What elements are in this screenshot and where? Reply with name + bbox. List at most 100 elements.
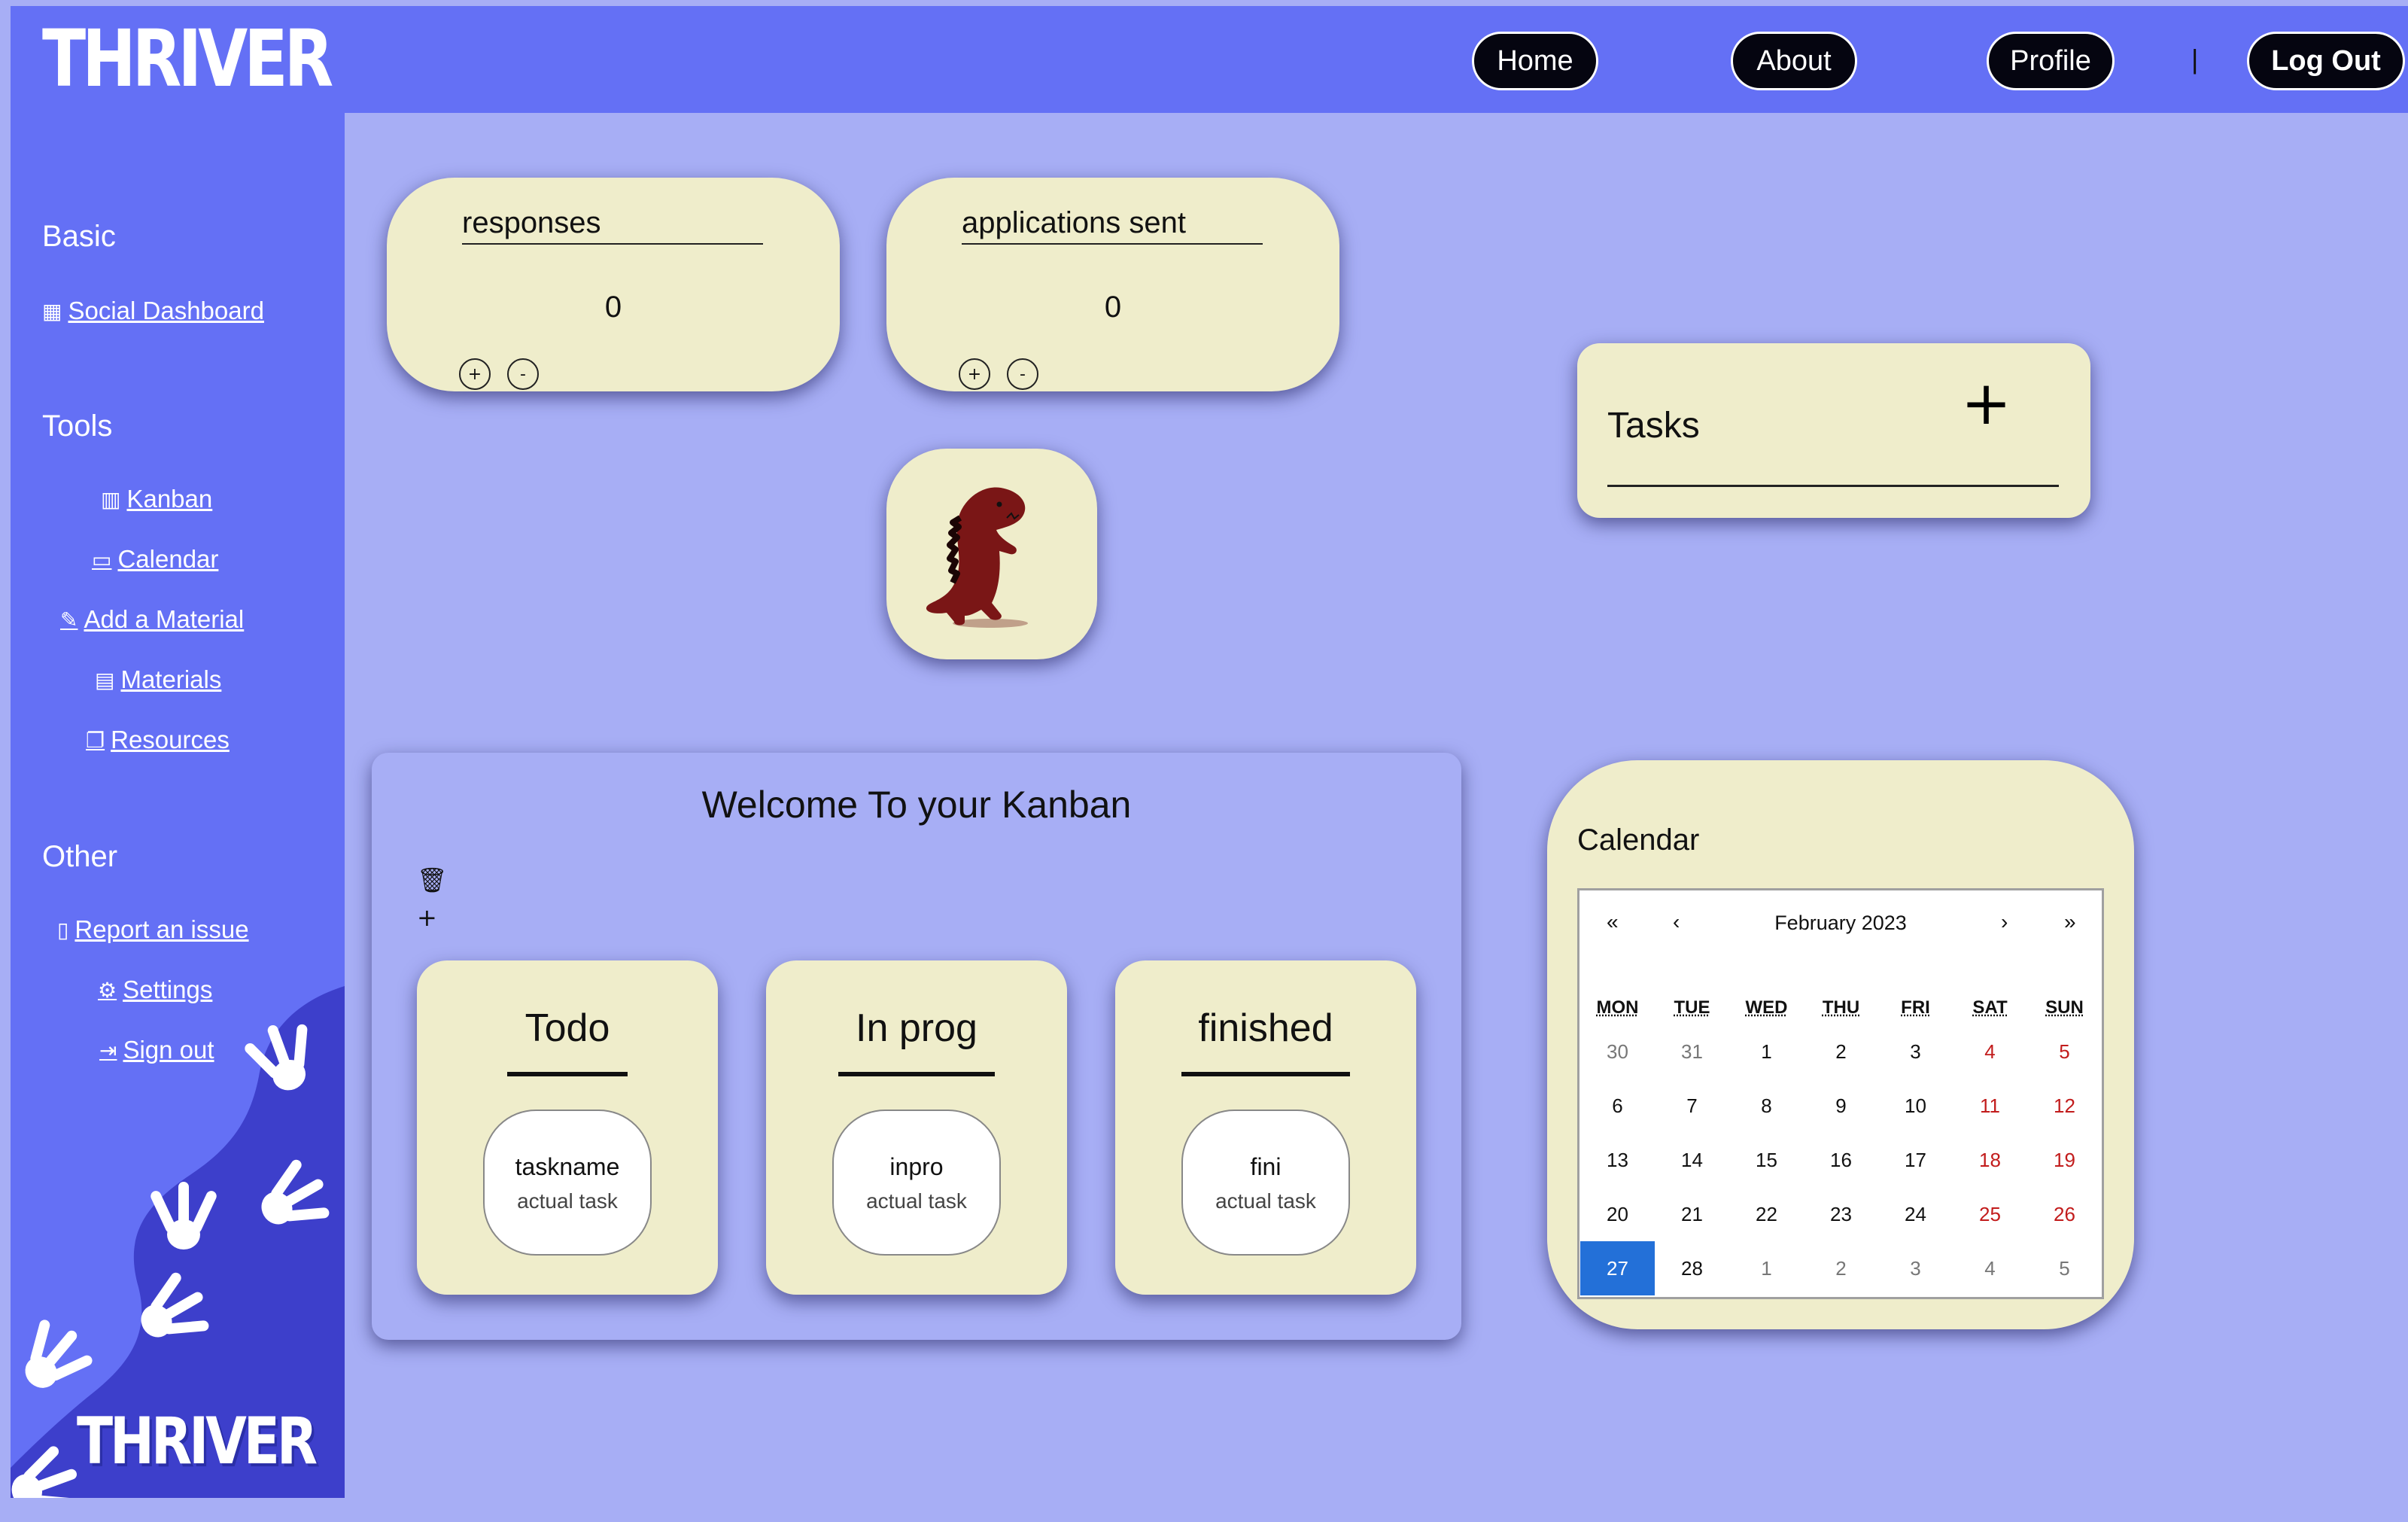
calendar-day[interactable]: 5 bbox=[2027, 1241, 2102, 1295]
calendar-icon: ▭ bbox=[92, 547, 112, 571]
next-year-button[interactable]: » bbox=[2064, 910, 2076, 934]
calendar-day[interactable]: 1 bbox=[1729, 1241, 1804, 1295]
calendar-day[interactable]: 2 bbox=[1804, 1024, 1878, 1079]
decrement-button[interactable]: - bbox=[507, 358, 539, 390]
sidebar-item-materials[interactable]: ▤ Materials bbox=[95, 665, 221, 694]
calendar-day[interactable]: 26 bbox=[2027, 1187, 2102, 1241]
applications-counter-card: applications sent 0 + - bbox=[886, 178, 1339, 391]
calendar-day[interactable]: 17 bbox=[1878, 1133, 1953, 1187]
logout-button[interactable]: Log Out bbox=[2247, 32, 2405, 90]
decrement-button[interactable]: - bbox=[1007, 358, 1038, 390]
calendar-day[interactable]: 8 bbox=[1729, 1079, 1804, 1133]
calendar-weekday-label: MON bbox=[1596, 997, 1639, 1018]
calendar-day[interactable]: 16 bbox=[1804, 1133, 1878, 1187]
counter-value: 0 bbox=[604, 291, 622, 324]
column-divider bbox=[838, 1072, 995, 1076]
calendar-day[interactable]: 15 bbox=[1729, 1133, 1804, 1187]
calendar-day[interactable]: 22 bbox=[1729, 1187, 1804, 1241]
calendar-day[interactable]: 18 bbox=[1953, 1133, 2027, 1187]
counter-title: responses bbox=[462, 206, 763, 245]
dinosaur-icon bbox=[926, 487, 1028, 628]
calendar-day[interactable]: 3 bbox=[1878, 1024, 1953, 1079]
task-description: actual task bbox=[1215, 1189, 1316, 1213]
sidebar-item-label: Kanban bbox=[126, 485, 213, 513]
calendar-weekday-label: TUE bbox=[1674, 997, 1710, 1018]
calendar-day[interactable]: 4 bbox=[1953, 1241, 2027, 1295]
next-month-button[interactable]: › bbox=[2001, 910, 2008, 934]
sidebar-item-kanban[interactable]: ▥ Kanban bbox=[101, 485, 212, 513]
calendar-day[interactable]: 25 bbox=[1953, 1187, 2027, 1241]
sidebar-item-resources[interactable]: ❐ Resources bbox=[86, 726, 230, 754]
calendar-day[interactable]: 23 bbox=[1804, 1187, 1878, 1241]
sidebar-heading-tools: Tools bbox=[42, 409, 113, 443]
kanban-task-card[interactable]: fini actual task bbox=[1181, 1110, 1350, 1256]
tasks-divider bbox=[1607, 485, 2059, 487]
sidebar: Basic ▦ Social Dashboard Tools ▥ Kanban … bbox=[11, 113, 345, 1498]
calendar-day[interactable]: 9 bbox=[1804, 1079, 1878, 1133]
trash-icon[interactable]: 🗑 bbox=[417, 866, 448, 894]
sidebar-item-calendar[interactable]: ▭ Calendar bbox=[92, 545, 218, 574]
calendar-day[interactable]: 30 bbox=[1580, 1024, 1655, 1079]
copy-icon: ❐ bbox=[86, 728, 105, 752]
sidebar-item-label: Social Dashboard bbox=[68, 297, 264, 324]
prev-month-button[interactable]: ‹ bbox=[1673, 910, 1680, 934]
kanban-task-card[interactable]: taskname actual task bbox=[483, 1110, 652, 1256]
dashboard-icon: ▦ bbox=[42, 299, 62, 323]
kanban-column-todo: Todo taskname actual task bbox=[417, 960, 718, 1295]
file-icon: ▯ bbox=[57, 918, 69, 942]
task-name: fini bbox=[1250, 1153, 1282, 1180]
nav-profile-button[interactable]: Profile bbox=[1987, 32, 2115, 90]
kanban-task-card[interactable]: inpro actual task bbox=[832, 1110, 1001, 1256]
sidebar-logo: THRIVER bbox=[77, 1404, 318, 1479]
increment-button[interactable]: + bbox=[459, 358, 491, 390]
calendar-card: Calendar February 2023 « ‹ › » MON TUE WED… bbox=[1547, 760, 2134, 1329]
column-divider bbox=[507, 1072, 628, 1076]
calendar-month-label[interactable]: February 2023 bbox=[1579, 912, 2102, 935]
clipboard-icon: ▤ bbox=[95, 668, 115, 692]
calendar-title: Calendar bbox=[1577, 823, 1700, 857]
kanban-column-finished: finished fini actual task bbox=[1115, 960, 1416, 1295]
calendar-day[interactable]: 14 bbox=[1655, 1133, 1729, 1187]
nav-about-button[interactable]: About bbox=[1731, 32, 1857, 90]
task-description: actual task bbox=[866, 1189, 967, 1213]
calendar-day[interactable]: 24 bbox=[1878, 1187, 1953, 1241]
calendar-widget: February 2023 « ‹ › » MON TUE WED THU FRI SAT… bbox=[1577, 888, 2104, 1299]
calendar-day[interactable]: 1 bbox=[1729, 1024, 1804, 1079]
kanban-title: Welcome To your Kanban bbox=[701, 784, 1132, 826]
calendar-day[interactable]: 2 bbox=[1804, 1241, 1878, 1295]
calendar-day[interactable]: 19 bbox=[2027, 1133, 2102, 1187]
prev-year-button[interactable]: « bbox=[1607, 910, 1619, 934]
increment-button[interactable]: + bbox=[959, 358, 990, 390]
task-name: inpro bbox=[889, 1153, 944, 1180]
calendar-day[interactable]: 10 bbox=[1878, 1079, 1953, 1133]
calendar-weekday-label: SAT bbox=[1972, 997, 2008, 1018]
sidebar-item-report-issue[interactable]: ▯ Report an issue bbox=[57, 915, 249, 944]
calendar-day[interactable]: 28 bbox=[1655, 1241, 1729, 1295]
column-divider bbox=[1181, 1072, 1350, 1076]
kanban-board: Welcome To your Kanban 🗑 + Todo taskname… bbox=[372, 753, 1461, 1340]
calendar-day[interactable]: 3 bbox=[1878, 1241, 1953, 1295]
sidebar-item-label: Resources bbox=[111, 726, 230, 753]
calendar-day[interactable]: 4 bbox=[1953, 1024, 2027, 1079]
calendar-day[interactable]: 5 bbox=[2027, 1024, 2102, 1079]
dino-mascot-card bbox=[886, 449, 1097, 659]
app-logo[interactable]: THRIVER bbox=[42, 20, 333, 98]
calendar-day[interactable]: 13 bbox=[1580, 1133, 1655, 1187]
calendar-day[interactable]: 27 bbox=[1580, 1241, 1655, 1295]
calendar-day[interactable]: 12 bbox=[2027, 1079, 2102, 1133]
nav-home-button[interactable]: Home bbox=[1472, 32, 1598, 90]
column-title: In prog bbox=[856, 1006, 977, 1050]
sidebar-item-social-dashboard[interactable]: ▦ Social Dashboard bbox=[42, 297, 264, 325]
calendar-day[interactable]: 7 bbox=[1655, 1079, 1729, 1133]
calendar-day[interactable]: 11 bbox=[1953, 1079, 2027, 1133]
calendar-day[interactable]: 31 bbox=[1655, 1024, 1729, 1079]
column-title: Todo bbox=[524, 1006, 610, 1050]
add-column-button[interactable]: + bbox=[417, 903, 437, 932]
calendar-day[interactable]: 6 bbox=[1580, 1079, 1655, 1133]
calendar-day[interactable]: 20 bbox=[1580, 1187, 1655, 1241]
calendar-weekday-label: THU bbox=[1822, 997, 1860, 1018]
sidebar-item-add-material[interactable]: ✎ Add a Material bbox=[60, 605, 244, 634]
add-task-button[interactable]: + bbox=[1961, 373, 2011, 434]
calendar-day[interactable]: 21 bbox=[1655, 1187, 1729, 1241]
calendar-weekday-label: FRI bbox=[1901, 997, 1930, 1018]
